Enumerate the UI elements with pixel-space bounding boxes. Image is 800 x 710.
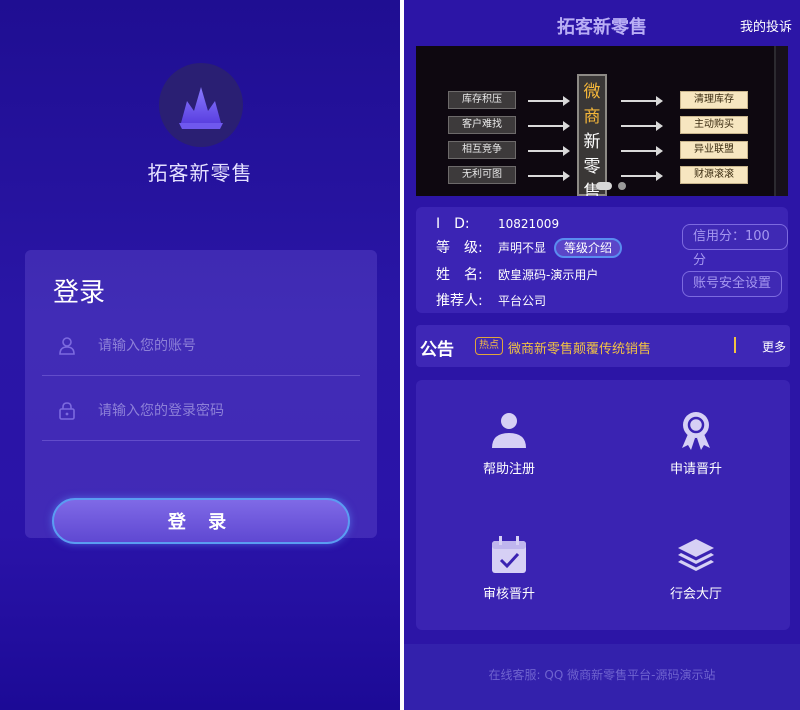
notice-label: 公告 [420,340,454,360]
menu-label: 帮助注册 [482,462,535,477]
notice-more-link[interactable]: 更多 [762,338,786,355]
crown-logo-icon [179,87,223,129]
referrer-value: 平台公司 [498,294,547,308]
user-icon [59,337,75,355]
hot-badge: 热点 [475,337,503,355]
my-complaints-link[interactable]: 我的投诉 [740,16,792,35]
banner-char: 商 [583,107,601,127]
banner-char: 零 [583,157,601,177]
carousel-dot[interactable] [618,182,626,190]
user-info-card: I D: 10821009 等 级: 声明不显 等级介绍 姓 名: 欧皇源码-演示用户 … [416,207,788,313]
credit-score-button[interactable]: 信用分：100分 [682,224,788,268]
menu-apply-promotion[interactable]: 申请晋升 [636,410,756,477]
arrow-icon [621,121,663,131]
banner-edge [774,46,788,196]
banner-char: 新 [583,132,601,152]
footer: 在线客服: QQ 微商新零售平台-源码演示站 [404,644,800,710]
menu-guild-hall[interactable]: 行会大厅 [636,535,756,602]
award-ribbon-icon [682,412,710,450]
name-value: 欧皇源码-演示用户 [498,268,599,282]
banner-char: 微 [583,82,601,102]
name-row: 姓 名: 欧皇源码-演示用户 [436,264,598,284]
banner-left-item: 库存积压 [448,91,516,109]
app-logo [159,63,243,147]
menu-help-register[interactable]: 帮助注册 [449,410,569,477]
banner-right-item: 财源滚滚 [680,166,748,184]
arrow-icon [621,171,663,181]
level-intro-button[interactable]: 等级介绍 [554,238,623,258]
banner-left-item: 客户难找 [448,116,516,134]
banner-right-item: 主动购买 [680,116,748,134]
referrer-label: 推荐人: [436,293,483,309]
login-form-card: 登录 [25,250,377,538]
id-row: I D: 10821009 [436,213,559,233]
banner-left-item: 相互竞争 [448,141,516,159]
carousel-dot-active[interactable] [596,182,612,190]
account-input[interactable] [98,332,348,360]
level-label: 等 级: [436,240,483,256]
notice-text[interactable]: 微商新零售颠覆传统销售 [508,338,651,357]
arrow-icon [528,96,570,106]
menu-grid: 帮助注册 申请晋升 审核晋升 行会大厅 [416,380,790,630]
app-name: 拓客新零售 [147,161,253,185]
password-field [42,381,360,441]
account-field [42,316,360,376]
banner-right-item: 清理库存 [680,91,748,109]
menu-label: 行会大厅 [669,587,722,602]
person-icon [492,413,526,448]
arrow-icon [528,146,570,156]
login-title: 登录 [53,278,106,308]
notice-bar: 公告 热点 微商新零售颠覆传统销售 更多 [416,325,790,367]
customer-service-text[interactable]: 在线客服: QQ 微商新零售平台-源码演示站 [404,666,800,683]
calendar-check-icon [492,536,526,573]
banner-right-item: 异业联盟 [680,141,748,159]
arrow-icon [621,96,663,106]
arrow-icon [621,146,663,156]
id-value: 10821009 [498,217,560,231]
banner-center-label: 微 商 新 零 售 [577,74,607,196]
name-label: 姓 名: [436,267,483,283]
login-button[interactable]: 登 录 [52,498,350,544]
level-row: 等 级: 声明不显 等级介绍 [436,237,623,258]
password-input[interactable] [98,397,348,425]
banner-carousel[interactable]: 库存积压 客户难找 相互竞争 无利可图 微 商 新 零 售 清理库存 主动购买 … [416,46,788,196]
referrer-row: 推荐人: 平台公司 [436,290,546,310]
arrow-icon [528,171,570,181]
arrow-icon [528,121,570,131]
account-security-button[interactable]: 账号安全设置 [682,271,783,297]
login-screen: 拓客新零售 登录 登 录 [0,0,400,710]
menu-label: 审核晋升 [482,587,535,602]
notice-divider [734,337,736,353]
level-value: 声明不显 [498,241,547,255]
layers-icon [678,539,714,571]
menu-review-promotion[interactable]: 审核晋升 [449,535,569,602]
menu-label: 申请晋升 [669,462,722,477]
id-label: I D: [436,216,470,232]
home-screen: 拓客新零售 我的投诉 库存积压 客户难找 相互竞争 无利可图 微 商 新 零 售… [404,0,800,710]
lock-icon [59,402,75,420]
banner-left-item: 无利可图 [448,166,516,184]
